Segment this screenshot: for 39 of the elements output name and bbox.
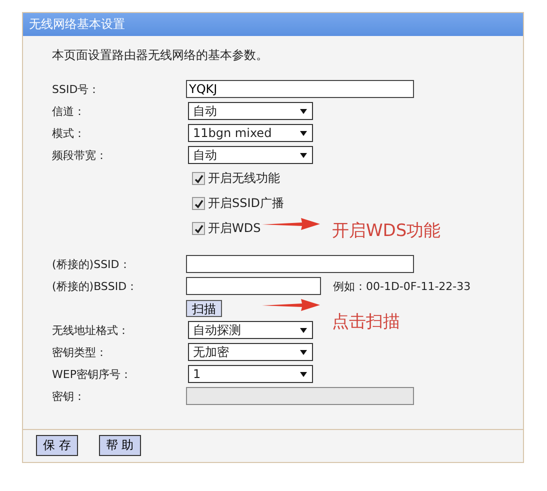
annotation-text: 开启WDS功能: [332, 220, 441, 242]
intro-text: 本页面设置路由器无线网络的基本参数。: [52, 47, 269, 64]
checkbox[interactable]: [192, 222, 205, 235]
field-label: (桥接的)SSID：: [52, 258, 130, 270]
footer-button[interactable]: 保 存: [36, 435, 78, 456]
field-label: 频段带宽：: [52, 148, 107, 162]
caret-icon: [300, 152, 307, 158]
dropdown[interactable]: 无加密: [188, 343, 313, 361]
input-field[interactable]: [186, 277, 321, 295]
field-label: (桥接的)BSSID：: [52, 280, 138, 292]
checkbox-label: 开启WDS: [208, 220, 261, 237]
checkbox[interactable]: [192, 197, 205, 210]
caret-icon: [300, 350, 307, 354]
caret-icon: [300, 130, 307, 136]
caret-icon: [300, 328, 307, 332]
panel-title: 无线网络基本设置: [23, 13, 523, 36]
dropdown[interactable]: 自动探测: [188, 321, 313, 339]
footer-button[interactable]: 帮 助: [98, 435, 141, 456]
dropdown[interactable]: 自动: [188, 146, 313, 164]
input-field[interactable]: [186, 255, 414, 273]
field-label: SSID号：: [52, 82, 100, 96]
annotation-text: 点击扫描: [332, 310, 400, 332]
hint-text: 例如：00-1D-0F-11-22-33: [333, 278, 471, 294]
checkbox-label: 开启无线功能: [208, 170, 280, 187]
dropdown[interactable]: 11bgn mixed: [188, 124, 313, 142]
field-label: 模式：: [52, 126, 85, 140]
caret-icon: [300, 372, 307, 376]
field-label: 密钥类型：: [52, 346, 107, 358]
caret-icon: [300, 108, 307, 114]
input-field[interactable]: YQKJ: [186, 80, 414, 98]
checkbox[interactable]: [192, 172, 205, 185]
scan-button[interactable]: 扫描: [186, 300, 222, 316]
field-label: 信道：: [52, 104, 85, 118]
field-label: 无线地址格式：: [52, 324, 129, 336]
field-label: WEP密钥序号：: [52, 368, 132, 380]
dropdown[interactable]: 1: [188, 365, 313, 383]
dropdown[interactable]: 自动: [188, 102, 313, 120]
field-label: 密钥：: [52, 390, 85, 402]
checkbox-label: 开启SSID广播: [208, 195, 284, 212]
